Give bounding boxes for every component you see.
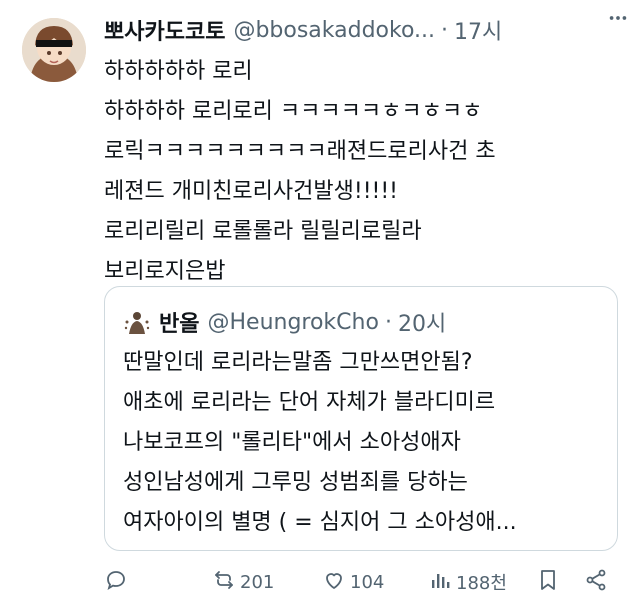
quote-line: 여자아이의 별명 ( = 심지어 그 소아성애... (123, 510, 517, 535)
quote-line: 애초에 로리라는 단어 자체가 블라디미르 (123, 390, 496, 415)
tweet-line: 하하하하 로리로리 ㅋㅋㅋㅋㅋㅎㅋㅎㅋㅎ (104, 99, 483, 124)
quote-line: 딴말인데 로리라는말좀 그만쓰면안됨? (123, 350, 473, 375)
tweet-line: 하하하하하 로리 (104, 59, 253, 84)
quote-display-name[interactable]: 반올 (159, 306, 199, 338)
quote-avatar[interactable] (123, 308, 151, 336)
action-bar: 201 104 188천 (104, 564, 624, 600)
quote-handle[interactable]: @HeungrokCho (207, 310, 378, 335)
share-icon (584, 568, 608, 597)
avatar[interactable] (22, 18, 86, 82)
views-count: 188천 (456, 573, 507, 594)
bookmark-icon (536, 568, 560, 597)
tweet-line: 레젼드 개미친로리사건발생!!!!! (104, 179, 398, 204)
bookmark-button[interactable] (536, 564, 560, 600)
views-icon (428, 568, 452, 597)
views-button[interactable]: 188천 (428, 564, 507, 600)
display-name[interactable]: 뽀사카도코토 (104, 14, 225, 46)
tweet-line: 로리리릴리 로롤롤라 릴릴리로릴라 (104, 219, 422, 244)
like-icon (322, 568, 346, 597)
like-button[interactable]: 104 (322, 564, 384, 600)
quote-line: 나보코프의 "롤리타"에서 소아성애자 (123, 430, 461, 455)
retweet-button[interactable]: 201 (212, 564, 274, 600)
quote-line: 성인남성에게 그루밍 성범죄를 당하는 (123, 470, 468, 495)
timestamp[interactable]: 17시 (454, 14, 502, 46)
separator-dot: · (441, 17, 449, 43)
quote-timestamp[interactable]: 20시 (398, 306, 446, 338)
more-icon[interactable] (604, 4, 632, 32)
quoted-tweet[interactable]: 반올 @HeungrokCho · 20시 딴말인데 로리라는말좀 그만쓰면안됨… (104, 286, 618, 551)
handle[interactable]: @bbosakaddoko... (233, 18, 435, 43)
quote-separator-dot: · (384, 309, 392, 335)
like-count: 104 (350, 571, 385, 593)
quote-header: 반올 @HeungrokCho · 20시 (123, 305, 446, 339)
retweet-count: 201 (240, 571, 275, 593)
retweet-icon (212, 568, 236, 597)
reply-icon (104, 568, 128, 597)
tweet-line: 로릭ㅋㅋㅋㅋㅋㅋㅋㅋㅋ래젼드로리사건 초 (104, 139, 496, 164)
reply-button[interactable] (104, 564, 128, 600)
quote-text: 딴말인데 로리라는말좀 그만쓰면안됨? 애초에 로리라는 단어 자체가 블라디미… (123, 343, 603, 543)
tweet-text: 하하하하하 로리 하하하하 로리로리 ㅋㅋㅋㅋㅋㅎㅋㅎㅋㅎ 로릭ㅋㅋㅋㅋㅋㅋㅋㅋ… (104, 52, 624, 292)
tweet-header: 뽀사카도코토 @bbosakaddoko... · 17시 (104, 12, 624, 48)
share-button[interactable] (584, 564, 608, 600)
